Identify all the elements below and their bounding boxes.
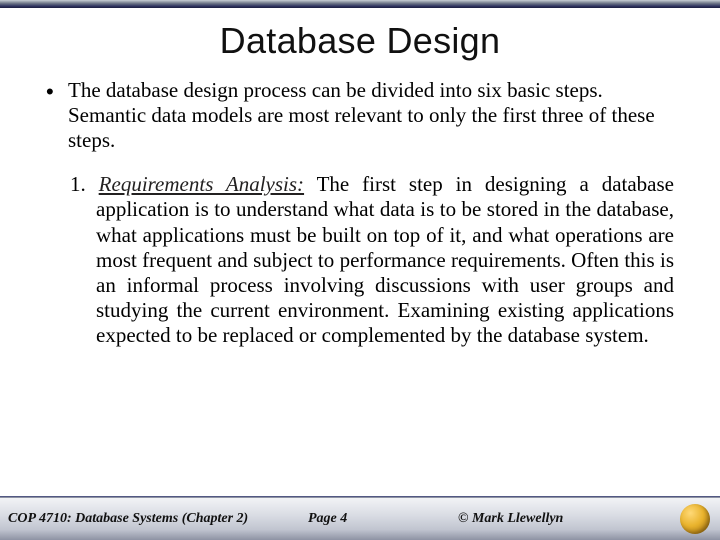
footer-page: Page 4 bbox=[308, 511, 428, 527]
bullet-dot-icon: • bbox=[46, 78, 68, 152]
step-1-number: 1. bbox=[70, 172, 99, 196]
footer-course: COP 4710: Database Systems (Chapter 2) bbox=[0, 511, 308, 527]
footer: COP 4710: Database Systems (Chapter 2) P… bbox=[0, 498, 720, 540]
slide: Database Design • The database design pr… bbox=[0, 0, 720, 540]
slide-title: Database Design bbox=[0, 20, 720, 62]
footer-logo bbox=[670, 504, 720, 534]
step-1-heading: Requirements Analysis: bbox=[99, 172, 304, 196]
step-1: 1. Requirements Analysis: The first step… bbox=[46, 172, 674, 348]
slide-body: • The database design process can be div… bbox=[46, 78, 674, 349]
intro-text: The database design process can be divid… bbox=[68, 78, 674, 152]
step-1-body: The first step in designing a database a… bbox=[96, 172, 674, 347]
intro-bullet: • The database design process can be div… bbox=[46, 78, 674, 152]
footer-author: © Mark Llewellyn bbox=[428, 511, 670, 527]
top-border bbox=[0, 0, 720, 8]
ucf-logo-icon bbox=[680, 504, 710, 534]
